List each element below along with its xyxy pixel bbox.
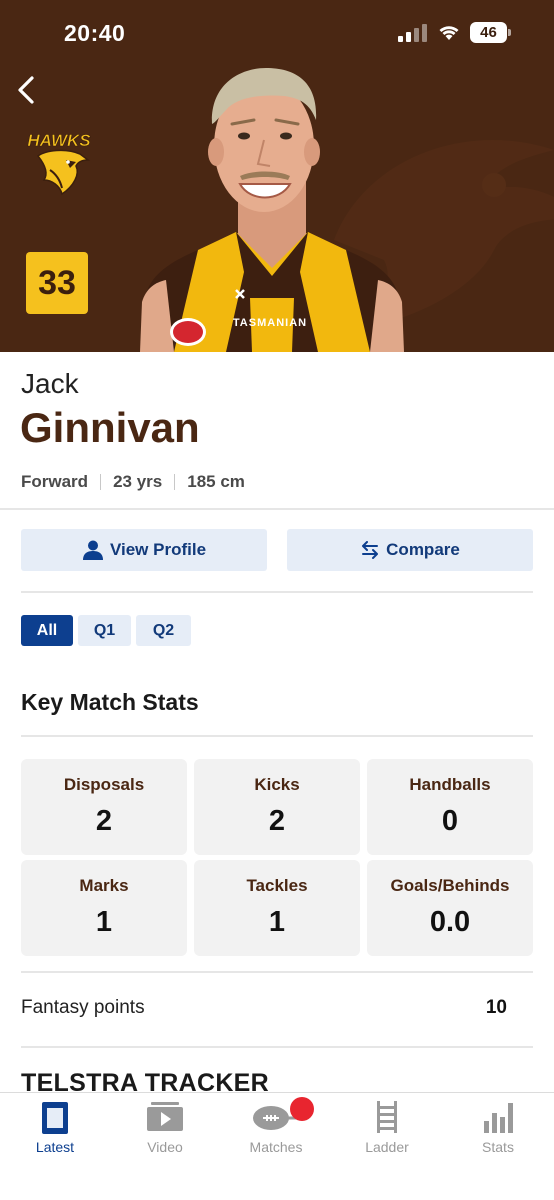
- stat-label: Marks: [79, 876, 129, 895]
- player-first-name: Jack: [21, 368, 79, 399]
- nav-label: Latest: [35, 1139, 75, 1155]
- hawks-logo-text: HAWKS: [27, 131, 91, 150]
- player-age: 23 yrs: [113, 472, 163, 491]
- player-meta: Forward 23 yrs 185 cm: [21, 472, 245, 492]
- person-icon: [82, 540, 103, 560]
- matches-notification-dot: [290, 1097, 314, 1121]
- key-match-stats-title: Key Match Stats: [21, 689, 199, 715]
- ladder-icon: [377, 1101, 397, 1133]
- player-position: Forward: [21, 472, 89, 491]
- divider: [0, 508, 554, 510]
- stat-label: Goals/Behinds: [390, 876, 510, 895]
- battery-indicator: 46: [470, 22, 512, 43]
- nav-label: Video: [147, 1139, 183, 1155]
- stat-label: Kicks: [254, 775, 300, 794]
- stat-value: 2: [95, 805, 113, 837]
- stat-value: 1: [95, 906, 113, 938]
- view-profile-button[interactable]: View Profile: [21, 529, 267, 571]
- stat-card-goals-behinds: Goals/Behinds 0.0: [367, 860, 533, 956]
- divider: [21, 1046, 533, 1048]
- tab-all[interactable]: All: [21, 615, 73, 646]
- meta-separator: [174, 474, 176, 490]
- compare-label: Compare: [386, 540, 460, 559]
- latest-icon: [42, 1102, 68, 1134]
- nav-label: Stats: [482, 1139, 514, 1155]
- video-icon: [147, 1102, 183, 1131]
- compare-button[interactable]: Compare: [287, 529, 533, 571]
- nav-ladder[interactable]: Ladder: [332, 1093, 442, 1163]
- nav-video[interactable]: Video: [110, 1093, 220, 1163]
- stat-label: Tackles: [246, 876, 308, 895]
- stat-label: Disposals: [63, 775, 145, 794]
- stat-label: Handballs: [409, 775, 491, 794]
- chevron-left-icon: [18, 76, 34, 104]
- divider: [21, 971, 533, 973]
- wifi-icon: [439, 26, 459, 40]
- guernsey-sponsor-text: TASMANIAN: [233, 317, 307, 329]
- divider: [21, 591, 533, 593]
- stat-card-disposals: Disposals 2: [21, 759, 187, 855]
- nav-stats[interactable]: Stats: [443, 1093, 553, 1163]
- nav-matches[interactable]: Matches: [221, 1093, 331, 1163]
- status-bar: 20:40 46: [0, 0, 554, 64]
- stat-value: 1: [268, 906, 286, 938]
- stat-card-handballs: Handballs 0: [367, 759, 533, 855]
- tab-q1[interactable]: Q1: [78, 615, 131, 646]
- meta-separator: [100, 474, 102, 490]
- stat-card-tackles: Tackles 1: [194, 860, 360, 956]
- player-photo: TASMANIAN: [140, 68, 404, 352]
- player-hero: 20:40 46 HAWKS 33 TASMANIAN: [0, 0, 554, 352]
- jersey-number-badge: 33: [26, 252, 88, 314]
- battery-level: 46: [470, 22, 507, 43]
- swap-arrows-icon: [362, 541, 379, 559]
- player-height: 185 cm: [187, 472, 245, 491]
- fantasy-points-value: 10: [485, 997, 507, 1018]
- divider: [21, 735, 533, 737]
- stats-icon: [484, 1103, 513, 1133]
- nav-latest[interactable]: Latest: [0, 1093, 110, 1163]
- stat-value: 0.0: [429, 906, 471, 938]
- view-profile-label: View Profile: [109, 540, 207, 559]
- stat-card-kicks: Kicks 2: [194, 759, 360, 855]
- battery-tip: [508, 29, 511, 36]
- cellular-signal-icon: [398, 24, 427, 42]
- stat-value: 0: [441, 805, 459, 837]
- status-time: 20:40: [64, 20, 126, 46]
- fantasy-points-label: Fantasy points: [21, 997, 145, 1018]
- nav-label: Matches: [249, 1139, 303, 1155]
- back-button[interactable]: [12, 72, 44, 108]
- hawks-logo-icon: HAWKS: [27, 131, 92, 196]
- player-last-name: Ginnivan: [20, 404, 200, 451]
- stat-card-marks: Marks 1: [21, 860, 187, 956]
- stat-value: 2: [268, 805, 286, 837]
- nav-label: Ladder: [365, 1139, 409, 1155]
- bottom-nav: Latest Video Matches Ladder Stats: [0, 1092, 554, 1200]
- tab-q2[interactable]: Q2: [136, 615, 191, 646]
